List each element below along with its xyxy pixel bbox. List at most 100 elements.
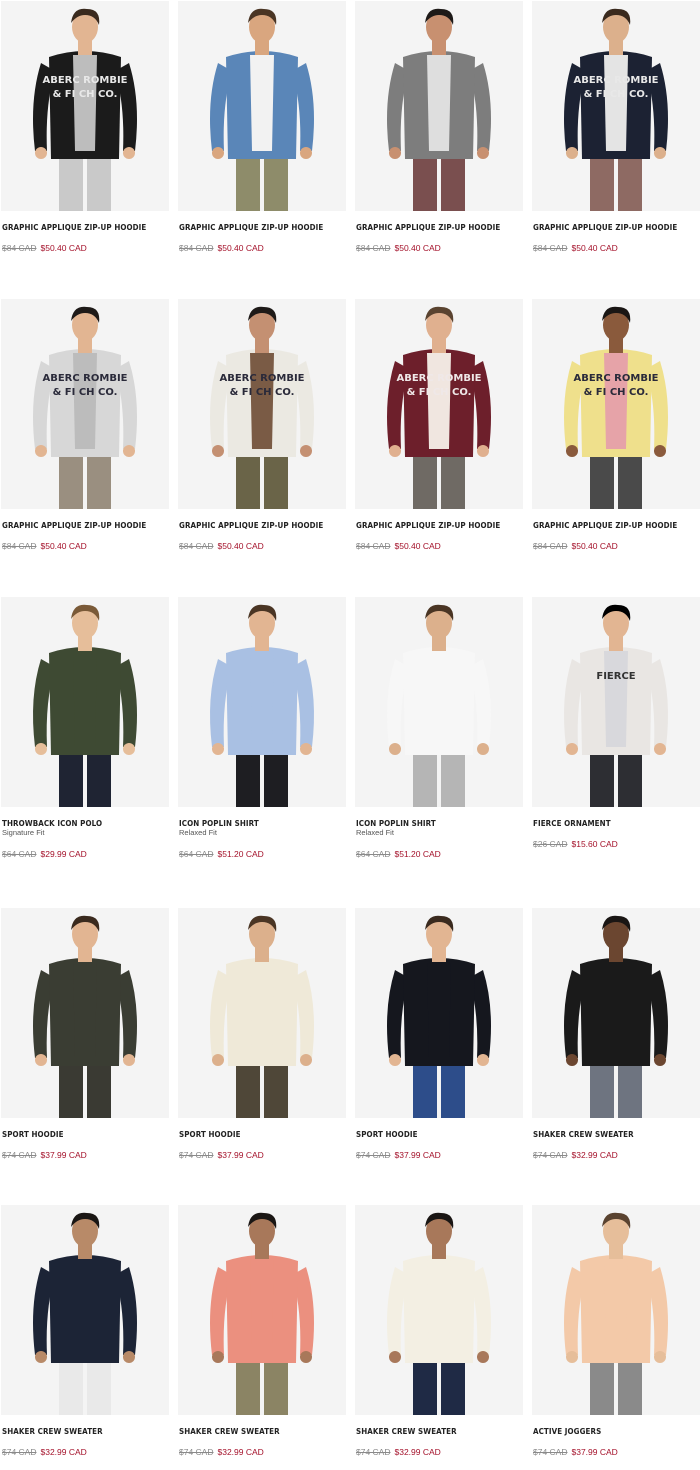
product-name[interactable]: SHAKER CREW SWEATER xyxy=(179,1426,280,1436)
model-left-leg xyxy=(59,747,83,807)
product-image[interactable]: ABERC ROMBIE & FI CH CO. xyxy=(532,299,700,509)
model-left-hand xyxy=(566,743,578,755)
model-right-hand xyxy=(123,1054,135,1066)
product-card[interactable]: ABERC ROMBIE & FI CH CO. GRAPHIC APPLIQUE … xyxy=(178,299,346,551)
product-image[interactable] xyxy=(532,1205,700,1415)
model-left-hand xyxy=(212,445,224,457)
product-image[interactable]: ABERC ROMBIE & FI CH CO. xyxy=(1,299,169,509)
product-card[interactable]: ABERC ROMBIE & FI CH CO. GRAPHIC APPLIQUE … xyxy=(532,299,700,551)
model-right-hand xyxy=(654,147,666,159)
chest-print-line: & FI CH CO. xyxy=(230,387,295,398)
model-right-hand xyxy=(477,445,489,457)
product-card[interactable]: ABERC ROMBIE & FI CH CO. GRAPHIC APPLIQUE … xyxy=(355,299,523,551)
product-name[interactable]: GRAPHIC APPLIQUE ZIP-UP HOODIE xyxy=(179,222,323,232)
sale-price: $15.60 CAD xyxy=(571,839,618,849)
product-name[interactable]: ACTIVE JOGGERS xyxy=(533,1426,601,1436)
model-left-leg xyxy=(236,747,260,807)
product-name[interactable]: SHAKER CREW SWEATER xyxy=(2,1426,103,1436)
product-name[interactable]: GRAPHIC APPLIQUE ZIP-UP HOODIE xyxy=(2,520,146,530)
product-card[interactable]: SPORT HOODIE $74 CAD $37.99 CAD xyxy=(178,908,346,1160)
product-grid: ABERC ROMBIE & FI CH CO. GRAPHIC APPLIQUE … xyxy=(0,0,700,1470)
product-card[interactable]: ABERC ROMBIE & FI CH CO. GRAPHIC APPLIQUE … xyxy=(1,299,169,551)
product-image[interactable] xyxy=(532,908,700,1118)
product-image[interactable] xyxy=(178,908,346,1118)
product-card[interactable]: GRAPHIC APPLIQUE ZIP-UP HOODIE $84 CAD $50… xyxy=(355,1,523,253)
product-name[interactable]: FIERCE ORNAMENT xyxy=(533,818,611,828)
product-image[interactable] xyxy=(178,597,346,807)
product-card[interactable]: SHAKER CREW SWEATER $74 CAD $32.99 CAD xyxy=(532,908,700,1160)
sale-price: $50.40 CAD xyxy=(571,243,618,253)
product-name[interactable]: SPORT HOODIE xyxy=(179,1129,241,1139)
product-card[interactable]: ICON POPLIN SHIRT Relaxed Fit $64 CAD $51.2… xyxy=(178,597,346,859)
product-image[interactable] xyxy=(355,597,523,807)
model-right-leg xyxy=(618,1058,642,1118)
product-name[interactable]: SPORT HOODIE xyxy=(356,1129,418,1139)
model-right-leg xyxy=(618,151,642,211)
product-card[interactable]: SPORT HOODIE $74 CAD $37.99 CAD xyxy=(355,908,523,1160)
product-image[interactable] xyxy=(1,1205,169,1415)
model-left-hand xyxy=(35,743,47,755)
product-name[interactable]: GRAPHIC APPLIQUE ZIP-UP HOODIE xyxy=(533,222,677,232)
product-name[interactable]: GRAPHIC APPLIQUE ZIP-UP HOODIE xyxy=(356,222,500,232)
model-inner-shirt xyxy=(73,1259,97,1355)
product-card[interactable]: SHAKER CREW SWEATER $74 CAD $32.99 CAD xyxy=(178,1205,346,1457)
product-image[interactable] xyxy=(1,597,169,807)
product-photo xyxy=(355,1205,523,1415)
product-card[interactable]: FIERCE FIERCE ORNAMENT $26 CAD $15.60 CAD xyxy=(532,597,700,849)
product-name[interactable]: THROWBACK ICON POLO xyxy=(2,818,102,828)
product-image[interactable] xyxy=(1,908,169,1118)
product-name[interactable]: GRAPHIC APPLIQUE ZIP-UP HOODIE xyxy=(356,520,500,530)
model-right-hand xyxy=(477,1351,489,1363)
product-card[interactable]: GRAPHIC APPLIQUE ZIP-UP HOODIE $84 CAD $50… xyxy=(178,1,346,253)
product-photo xyxy=(355,597,523,807)
product-card[interactable]: ICON POPLIN SHIRT Relaxed Fit $64 CAD $51.2… xyxy=(355,597,523,859)
product-name[interactable]: GRAPHIC APPLIQUE ZIP-UP HOODIE xyxy=(533,520,677,530)
product-card[interactable]: SHAKER CREW SWEATER $74 CAD $32.99 CAD xyxy=(1,1205,169,1457)
product-photo xyxy=(355,1,523,211)
product-price: $74 CAD $37.99 CAD xyxy=(179,1150,264,1160)
product-photo xyxy=(355,908,523,1118)
model-inner-shirt xyxy=(427,55,451,151)
product-card[interactable]: SPORT HOODIE $74 CAD $37.99 CAD xyxy=(1,908,169,1160)
model-right-hand xyxy=(300,1351,312,1363)
product-image[interactable] xyxy=(355,1205,523,1415)
model-right-hand xyxy=(477,743,489,755)
original-price: $84 CAD xyxy=(533,243,568,253)
model-inner-shirt xyxy=(250,651,274,747)
model-right-hand xyxy=(123,147,135,159)
product-name[interactable]: SHAKER CREW SWEATER xyxy=(533,1129,634,1139)
product-name[interactable]: SHAKER CREW SWEATER xyxy=(356,1426,457,1436)
model-right-hand xyxy=(300,147,312,159)
product-image[interactable] xyxy=(355,908,523,1118)
model-right-leg xyxy=(441,1355,465,1415)
model-right-leg xyxy=(264,1355,288,1415)
product-card[interactable]: ABERC ROMBIE & FI CH CO. GRAPHIC APPLIQUE … xyxy=(532,1,700,253)
product-image[interactable] xyxy=(178,1,346,211)
product-image[interactable]: ABERC ROMBIE & FI CH CO. xyxy=(178,299,346,509)
product-price: $84 CAD $50.40 CAD xyxy=(2,541,87,551)
product-name[interactable]: ICON POPLIN SHIRT xyxy=(179,818,259,828)
product-image[interactable] xyxy=(355,1,523,211)
product-photo xyxy=(178,597,346,807)
product-name[interactable]: GRAPHIC APPLIQUE ZIP-UP HOODIE xyxy=(179,520,323,530)
model-right-hand xyxy=(123,1351,135,1363)
product-photo xyxy=(178,1205,346,1415)
product-card[interactable]: ACTIVE JOGGERS $74 CAD $37.99 CAD xyxy=(532,1205,700,1457)
product-name[interactable]: GRAPHIC APPLIQUE ZIP-UP HOODIE xyxy=(2,222,146,232)
model-right-hand xyxy=(654,1351,666,1363)
product-image[interactable]: FIERCE xyxy=(532,597,700,807)
product-card[interactable]: ABERC ROMBIE & FI CH CO. GRAPHIC APPLIQUE … xyxy=(1,1,169,253)
product-image[interactable]: ABERC ROMBIE & FI CH CO. xyxy=(532,1,700,211)
product-name[interactable]: SPORT HOODIE xyxy=(2,1129,64,1139)
product-name[interactable]: ICON POPLIN SHIRT xyxy=(356,818,436,828)
product-card[interactable]: SHAKER CREW SWEATER $74 CAD $32.99 CAD xyxy=(355,1205,523,1457)
product-card[interactable]: THROWBACK ICON POLO Signature Fit $64 CAD $… xyxy=(1,597,169,859)
product-image[interactable]: ABERC ROMBIE & FI CH CO. xyxy=(1,1,169,211)
product-image[interactable]: ABERC ROMBIE & FI CH CO. xyxy=(355,299,523,509)
product-image[interactable] xyxy=(178,1205,346,1415)
chest-print-line: FIERCE xyxy=(596,671,635,682)
product-price: $84 CAD $50.40 CAD xyxy=(179,243,264,253)
product-photo xyxy=(532,908,700,1118)
original-price: $74 CAD xyxy=(356,1447,391,1457)
model-right-hand xyxy=(654,743,666,755)
